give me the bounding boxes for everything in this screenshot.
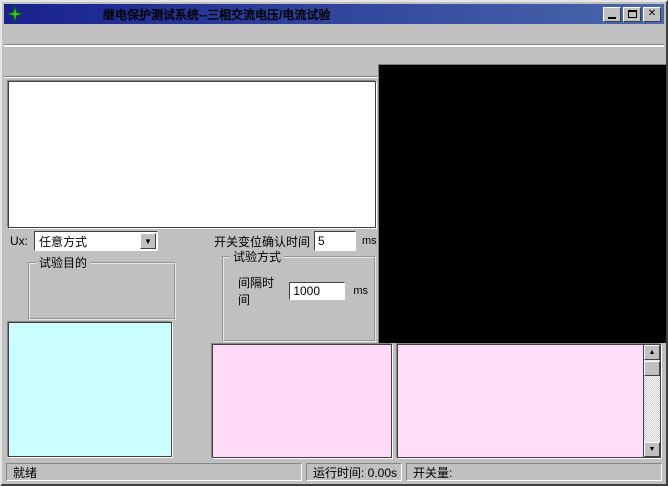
binary-input-table <box>212 344 392 458</box>
phasor-plot <box>379 65 666 343</box>
confirm-time-unit: ms <box>362 235 377 247</box>
test-mode-group: 试验方式 间隔时间 ms <box>222 248 376 342</box>
close-icon: ✕ <box>648 9 656 19</box>
status-bar: 就绪 运行时间: 0.00s 开关量: <box>4 462 664 482</box>
maximize-button[interactable] <box>623 7 641 22</box>
maximize-icon <box>628 10 637 18</box>
interval-unit: ms <box>353 285 368 297</box>
status-switches: 开关量: <box>406 463 662 481</box>
result-table: ▲ ▼ <box>397 344 661 458</box>
scrollbar-thumb[interactable] <box>644 361 660 376</box>
switch-label: 开关量: <box>413 464 452 481</box>
scroll-down-button[interactable]: ▼ <box>644 442 660 457</box>
interval-input[interactable] <box>289 282 345 300</box>
status-ready: 就绪 <box>6 463 302 481</box>
minimize-icon <box>608 17 616 19</box>
close-button[interactable]: ✕ <box>643 7 661 22</box>
minimize-button[interactable] <box>603 7 621 22</box>
titlebar: 继电保护测试系统--三相交流电压/电流试验 ✕ <box>4 4 664 24</box>
menubar <box>4 24 664 45</box>
parameter-table <box>8 81 376 228</box>
window-title: 继电保护测试系统--三相交流电压/电流试验 <box>103 6 330 23</box>
test-purpose-group: 试验目的 <box>28 254 176 320</box>
status-runtime: 运行时间: 0.00s <box>306 463 402 481</box>
result-scrollbar[interactable]: ▲ ▼ <box>643 345 660 457</box>
app-icon <box>7 6 23 22</box>
app-window: 继电保护测试系统--三相交流电压/电流试验 ✕ Ux: 任意方式 ▼ 开关变位确… <box>0 0 668 486</box>
test-purpose-title: 试验目的 <box>36 254 90 271</box>
derived-values-table <box>8 322 172 457</box>
ux-mode-value: 任意方式 <box>35 233 140 250</box>
confirm-time-label: 开关变位确认时间 <box>214 233 310 250</box>
scroll-up-button[interactable]: ▲ <box>644 345 660 360</box>
phasor-chart <box>378 64 666 343</box>
interval-label: 间隔时间 <box>238 274 285 308</box>
ux-label: Ux: <box>10 234 28 248</box>
chevron-down-icon[interactable]: ▼ <box>140 233 156 249</box>
test-mode-title: 试验方式 <box>230 248 284 265</box>
ux-mode-select[interactable]: 任意方式 ▼ <box>34 231 158 251</box>
